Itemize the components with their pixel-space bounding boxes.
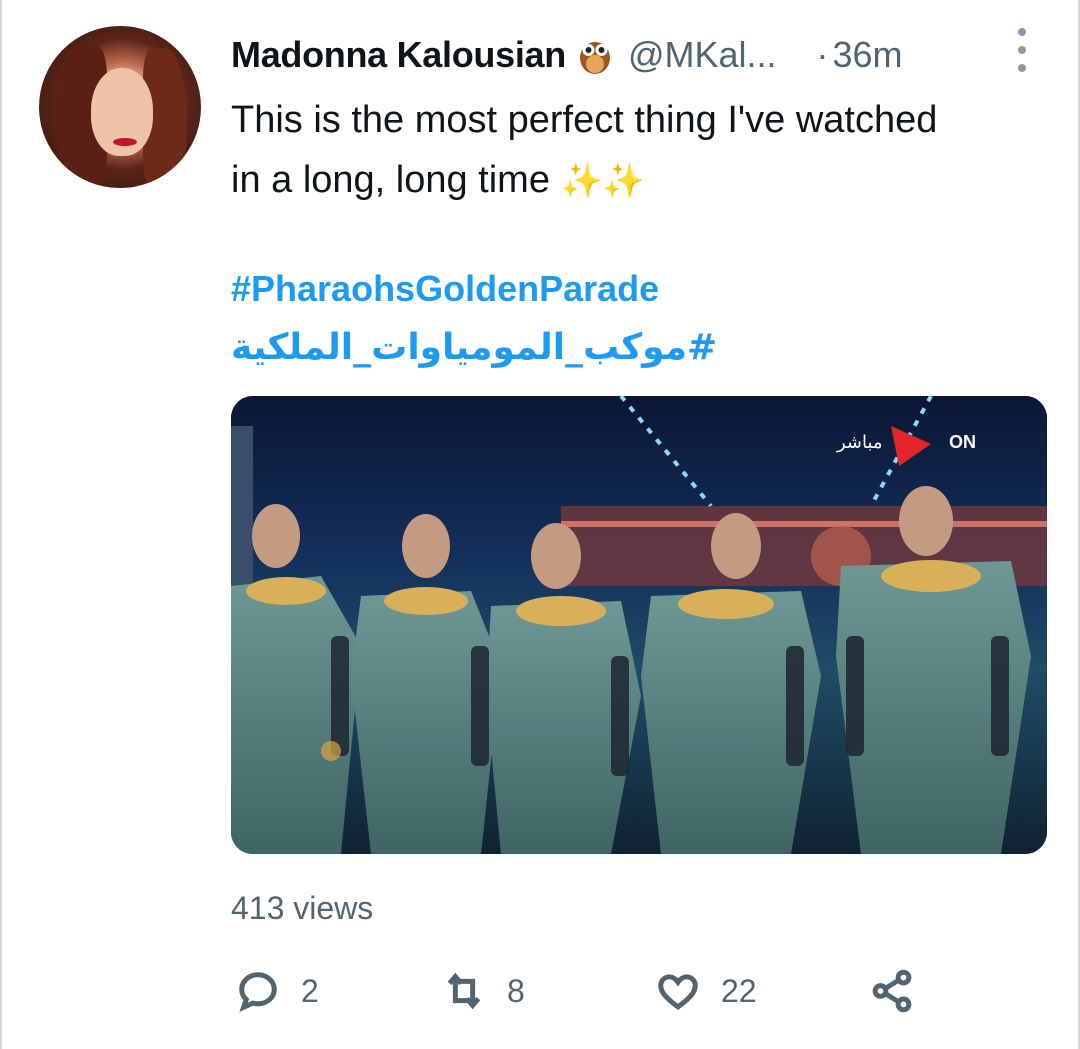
more-options-icon[interactable] — [1014, 28, 1030, 72]
share-button[interactable] — [869, 968, 915, 1014]
heart-icon — [658, 974, 698, 1011]
tweet-text-line-1: This is the most perfect thing I've watc… — [231, 99, 938, 141]
live-badge: مباشر — [837, 432, 883, 453]
owl-emoji-icon — [578, 37, 612, 74]
action-bar: 2 8 22 — [231, 968, 951, 1018]
tweet-text-line-2: in a long, long time — [231, 159, 550, 201]
separator-dot: · — [816, 34, 829, 75]
like-button[interactable]: 22 — [655, 968, 757, 1014]
retweet-icon — [447, 972, 481, 1010]
sparkles-emoji-icon: ✨✨ — [560, 162, 646, 200]
tweet-text: This is the most perfect thing I've watc… — [231, 90, 1031, 211]
reply-count: 2 — [301, 972, 319, 1009]
tweet-header: Madonna Kalousian @MKal... · 36m — [231, 30, 1031, 80]
author-name[interactable]: Madonna Kalousian — [231, 34, 566, 76]
tweet-timestamp[interactable]: 36m — [833, 34, 903, 76]
tweet-card[interactable]: Madonna Kalousian @MKal... · 36m This is… — [0, 0, 1080, 1049]
view-count: 413 views — [231, 890, 374, 926]
retweet-count: 8 — [507, 972, 525, 1009]
reply-icon — [239, 972, 277, 1012]
hashtag-arabic[interactable]: #موكب_المومياوات_الملكية — [231, 327, 717, 368]
reply-button[interactable]: 2 — [235, 968, 319, 1014]
hashtag-pharaohs-golden-parade[interactable]: #PharaohsGoldenParade — [231, 268, 659, 310]
author-avatar[interactable] — [39, 26, 201, 188]
tweet-video[interactable] — [231, 396, 1047, 854]
share-icon — [872, 969, 912, 1013]
like-count: 22 — [721, 972, 757, 1009]
retweet-button[interactable]: 8 — [441, 968, 525, 1014]
video-frame — [231, 396, 1047, 854]
author-handle[interactable]: @MKal... — [628, 34, 777, 76]
channel-logo: ON — [949, 432, 976, 452]
